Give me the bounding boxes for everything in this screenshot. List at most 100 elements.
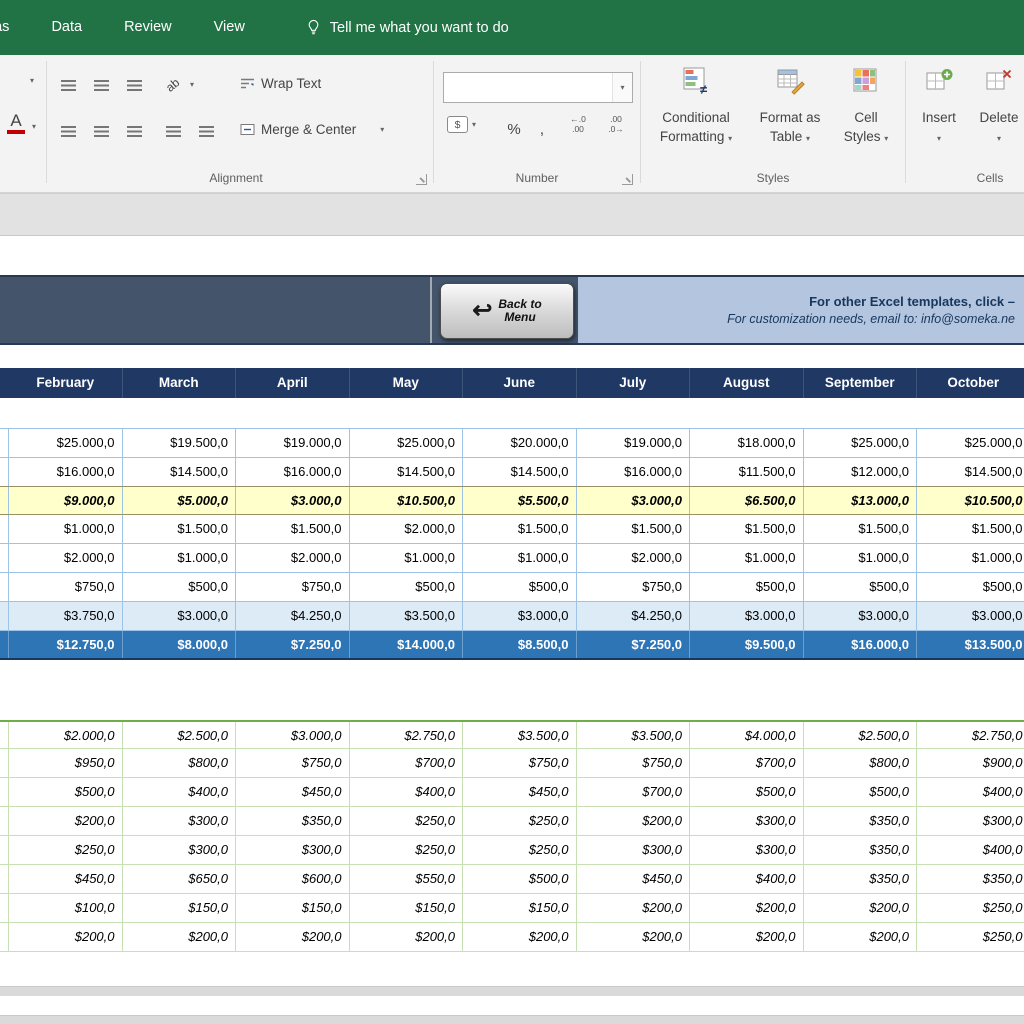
spreadsheet-cell[interactable]: $5.000,0 [123,487,237,514]
spreadsheet-cell[interactable]: $350,0 [804,836,918,864]
orientation-button[interactable]: ab [160,72,186,98]
spreadsheet-cell[interactable]: $200,0 [577,923,691,951]
column-header-february[interactable]: February [9,368,123,398]
cell-styles-button[interactable]: Cell Styles ▾ [836,66,896,148]
decrease-indent-icon[interactable] [160,118,186,144]
cut-cell[interactable] [0,923,9,951]
tab-data[interactable]: Data [30,0,103,55]
spreadsheet-cell[interactable]: $750,0 [463,749,577,777]
spreadsheet-cell[interactable]: $500,0 [463,573,577,601]
spreadsheet-cell[interactable]: $150,0 [236,894,350,922]
column-header-september[interactable]: September [804,368,918,398]
spreadsheet-cell[interactable]: $200,0 [350,923,464,951]
spreadsheet-cell[interactable]: $300,0 [577,836,691,864]
spreadsheet-cell[interactable]: $950,0 [9,749,123,777]
spreadsheet-cell[interactable]: $300,0 [917,807,1024,835]
spreadsheet-cell[interactable]: $2.000,0 [350,515,464,543]
spreadsheet-cell[interactable]: $250,0 [463,836,577,864]
spreadsheet-cell[interactable]: $200,0 [804,894,918,922]
spreadsheet-cell[interactable]: $7.250,0 [577,631,691,658]
spreadsheet-cell[interactable]: $14.500,0 [350,458,464,486]
spreadsheet-cell[interactable]: $3.000,0 [236,487,350,514]
spreadsheet-cell[interactable]: $1.000,0 [350,544,464,572]
spreadsheet-cell[interactable]: $350,0 [236,807,350,835]
comma-style-button[interactable]: , [531,116,553,142]
spreadsheet-cell[interactable]: $8.000,0 [123,631,237,658]
spreadsheet-cell[interactable]: $200,0 [123,923,237,951]
chevron-down-icon[interactable]: ▾ [30,76,34,85]
spreadsheet-cell[interactable]: $1.000,0 [804,544,918,572]
column-header-june[interactable]: June [463,368,577,398]
spreadsheet-cell[interactable]: $500,0 [690,573,804,601]
spreadsheet-cell[interactable]: $2.750,0 [917,722,1024,748]
spreadsheet-cell[interactable]: $550,0 [350,865,464,893]
spreadsheet-cell[interactable]: $10.500,0 [917,487,1024,514]
spreadsheet-cell[interactable]: $200,0 [236,923,350,951]
spreadsheet-cell[interactable]: $750,0 [577,749,691,777]
spreadsheet-cell[interactable]: $9.500,0 [690,631,804,658]
cut-cell[interactable] [0,631,9,658]
align-middle-icon[interactable] [88,72,114,98]
spreadsheet-cell[interactable]: $12.000,0 [804,458,918,486]
spreadsheet-cell[interactable]: $200,0 [690,923,804,951]
spreadsheet-cell[interactable]: $13.000,0 [804,487,918,514]
font-color-button[interactable]: A [4,112,28,134]
spreadsheet-cell[interactable]: $14.500,0 [463,458,577,486]
spreadsheet-cell[interactable]: $2.000,0 [9,544,123,572]
spreadsheet-cell[interactable]: $20.000,0 [463,429,577,457]
spreadsheet-cell[interactable]: $25.000,0 [9,429,123,457]
spreadsheet-cell[interactable]: $200,0 [577,807,691,835]
spreadsheet-cell[interactable]: $19.000,0 [236,429,350,457]
spreadsheet-cell[interactable]: $19.000,0 [577,429,691,457]
spreadsheet-cell[interactable]: $350,0 [804,807,918,835]
spreadsheet-cell[interactable]: $150,0 [463,894,577,922]
number-format-combobox[interactable]: ▾ [443,72,633,103]
spreadsheet-cell[interactable]: $7.250,0 [236,631,350,658]
spreadsheet-cell[interactable]: $500,0 [463,865,577,893]
cut-cell[interactable] [0,602,9,630]
cut-cell[interactable] [0,807,9,835]
cut-cell[interactable] [0,778,9,806]
spreadsheet-cell[interactable]: $450,0 [577,865,691,893]
spreadsheet-cell[interactable]: $2.000,0 [236,544,350,572]
spreadsheet-cell[interactable]: $16.000,0 [804,631,918,658]
alignment-dialog-launcher[interactable] [416,174,427,185]
spreadsheet-cell[interactable]: $1.500,0 [123,515,237,543]
spreadsheet-cell[interactable]: $14.500,0 [917,458,1024,486]
spreadsheet-cell[interactable]: $200,0 [463,923,577,951]
spreadsheet-cell[interactable]: $300,0 [123,836,237,864]
spreadsheet-cell[interactable]: $3.500,0 [463,722,577,748]
cut-cell[interactable] [0,749,9,777]
spreadsheet-cell[interactable]: $200,0 [9,923,123,951]
spreadsheet-cell[interactable]: $25.000,0 [804,429,918,457]
align-top-icon[interactable] [55,72,81,98]
spreadsheet-cell[interactable]: $750,0 [236,749,350,777]
spreadsheet-cell[interactable]: $16.000,0 [236,458,350,486]
column-header-october[interactable]: October [917,368,1024,398]
spreadsheet-cell[interactable]: $800,0 [123,749,237,777]
spreadsheet-cell[interactable]: $1.000,0 [9,515,123,543]
spreadsheet-cell[interactable]: $13.500,0 [917,631,1024,658]
spreadsheet-cell[interactable]: $3.000,0 [236,722,350,748]
spreadsheet-cell[interactable]: $650,0 [123,865,237,893]
spreadsheet-cell[interactable]: $3.000,0 [690,602,804,630]
spreadsheet-cell[interactable]: $700,0 [350,749,464,777]
spreadsheet-cell[interactable]: $200,0 [9,807,123,835]
cut-cell[interactable] [0,429,9,457]
spreadsheet-cell[interactable]: $400,0 [123,778,237,806]
spreadsheet-cell[interactable]: $150,0 [123,894,237,922]
spreadsheet-cell[interactable]: $400,0 [917,778,1024,806]
spreadsheet-cell[interactable]: $450,0 [9,865,123,893]
spreadsheet-cell[interactable]: $600,0 [236,865,350,893]
merge-center-button[interactable]: Merge & Center ▾ [240,122,384,137]
spreadsheet-cell[interactable]: $3.000,0 [577,487,691,514]
spreadsheet-cell[interactable]: $1.000,0 [123,544,237,572]
spreadsheet-cell[interactable]: $500,0 [917,573,1024,601]
spreadsheet-cell[interactable]: $250,0 [9,836,123,864]
spreadsheet-cell[interactable]: $250,0 [463,807,577,835]
spreadsheet-cell[interactable]: $350,0 [917,865,1024,893]
spreadsheet-cell[interactable]: $1.000,0 [690,544,804,572]
spreadsheet-cell[interactable]: $1.500,0 [917,515,1024,543]
spreadsheet-cell[interactable]: $700,0 [577,778,691,806]
wrap-text-button[interactable]: Wrap Text [240,76,321,91]
